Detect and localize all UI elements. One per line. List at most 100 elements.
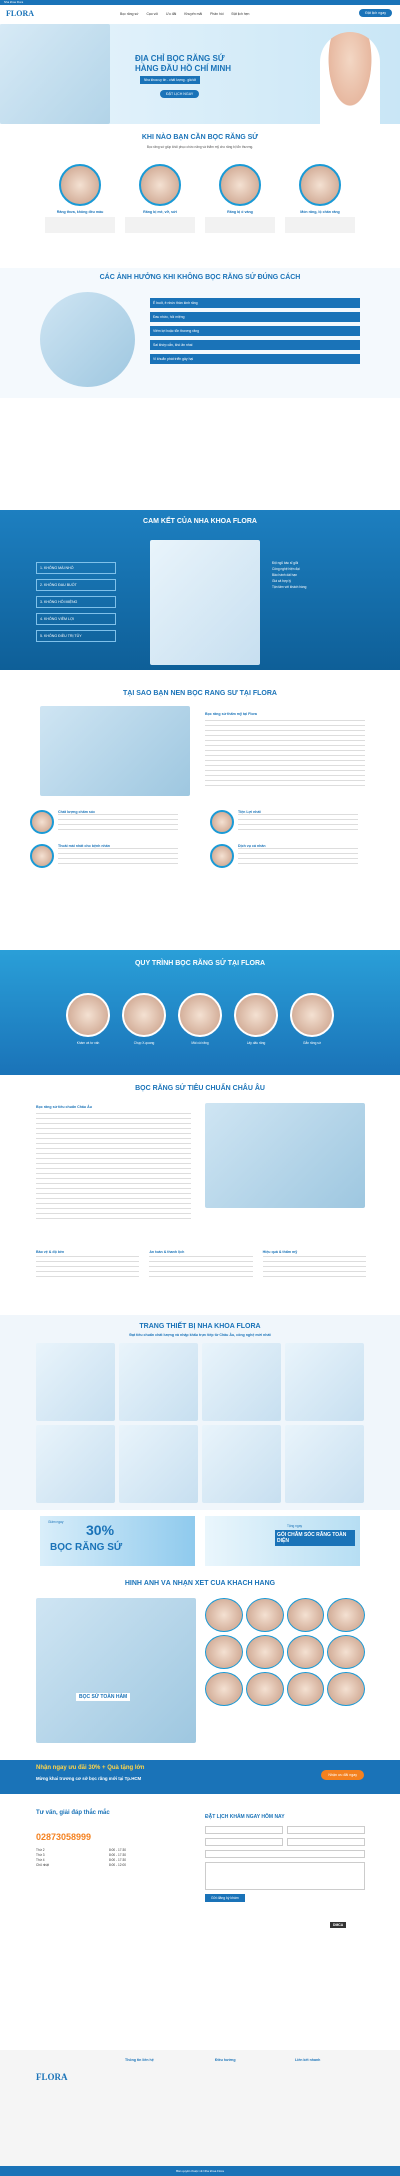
check-item: Tận tâm với khách hàng — [272, 585, 307, 589]
equip-photo — [285, 1425, 364, 1503]
logo[interactable]: FLORA — [6, 9, 34, 18]
euro-benefit-text — [36, 1256, 140, 1278]
who-card-text — [285, 216, 355, 233]
commit-checks: Đội ngũ bác sĩ giỏi Công nghệ hiện đại B… — [272, 560, 367, 590]
offer-band-subtitle: Mừng khai trương cơ sở bọc răng mới tại … — [36, 1776, 142, 1781]
note-textarea[interactable] — [205, 1862, 365, 1890]
hero-title-1: ĐỊA CHỈ BỌC RĂNG SỨ — [135, 54, 225, 63]
why-feature-image — [30, 844, 54, 868]
gallery-thumb[interactable] — [286, 1598, 325, 1632]
process-step-label: Chụp X-quang — [133, 1041, 155, 1045]
process-step-image — [66, 993, 110, 1037]
process-step: Gắn răng sứ — [290, 993, 334, 1045]
who-card: Răng thưa, không đều màu — [45, 163, 115, 233]
process-step-image — [122, 993, 166, 1037]
gallery-thumb[interactable] — [205, 1672, 243, 1706]
hours-time: 8:00 - 12:00 — [108, 1863, 126, 1867]
euro-image — [205, 1103, 365, 1208]
gallery-thumb[interactable] — [205, 1598, 243, 1632]
phone-field[interactable] — [287, 1826, 365, 1834]
equip-photo — [36, 1343, 115, 1421]
name-field[interactable] — [205, 1826, 283, 1834]
gallery-badge: BỌC SỨ TOÀN HÀM — [76, 1693, 131, 1701]
commit-item: 3. KHÔNG HÔI MIỆNG — [36, 596, 116, 608]
gallery-thumb[interactable] — [286, 1672, 325, 1706]
who-card: Mòn răng, lộ chân răng — [285, 163, 355, 233]
who-card: Răng bị mẻ, vỡ, sứt — [125, 163, 195, 233]
footer-logo[interactable]: FLORA — [36, 2072, 68, 2082]
who-card-title: Răng bị ố vàng — [227, 209, 253, 214]
hero-cta-button[interactable]: ĐẶT LỊCH NGAY — [160, 90, 200, 98]
gallery-thumb[interactable] — [286, 1635, 325, 1669]
submit-button[interactable]: Gửi đăng ký khám — [205, 1894, 245, 1902]
equip-photo — [202, 1425, 281, 1503]
gallery-thumb[interactable] — [327, 1598, 365, 1632]
email-field[interactable] — [205, 1838, 283, 1846]
who-card-text — [205, 216, 275, 233]
hours-row: Chủ nhật 8:00 - 12:00 — [36, 1863, 126, 1868]
gallery-thumb[interactable] — [327, 1635, 365, 1669]
who-card-image — [219, 163, 261, 206]
effects-woman-image — [40, 292, 135, 387]
why-feature-image — [210, 844, 234, 868]
nav-item[interactable]: Cạo vôi — [146, 12, 158, 16]
promo-right-label: Tặng ngay — [287, 1524, 303, 1528]
effect-item: Đau nhức, hôi miệng — [150, 312, 360, 322]
process-step-image — [234, 993, 278, 1037]
commit-item: 5. KHÔNG ĐIỀU TRỊ TỦY — [36, 630, 116, 642]
promo-left-title: BỌC RĂNG SỨ — [50, 1542, 123, 1553]
effects-section: CÁC ẢNH HƯỞNG KHI KHÔNG BỌC RĂNG SỨ ĐÚNG… — [0, 268, 400, 398]
date-field[interactable] — [287, 1838, 365, 1846]
main-nav: Bọc răng sứ Cạo vôi Ưu đãi Khuyến mãi Ph… — [120, 12, 249, 16]
contact-phone[interactable]: 02873058999 — [36, 1832, 91, 1842]
promo-percent: 30% — [86, 1522, 115, 1538]
nav-cta-button[interactable]: Đặt lịch ngay — [359, 9, 392, 17]
who-card: Răng bị ố vàng — [205, 163, 275, 233]
promo-right[interactable]: Tặng ngay GÓI CHĂM SÓC RĂNG TOÀN DIỆN — [205, 1516, 360, 1566]
who-card-image — [299, 163, 341, 206]
who-card-text — [125, 216, 195, 233]
effect-item: Vi khuẩn phát triển gây hại — [150, 354, 360, 364]
why-feature-text — [238, 814, 358, 834]
why-image — [40, 706, 190, 796]
service-select[interactable] — [205, 1850, 365, 1858]
why-head: Bọc răng sứ thẩm mỹ tại Flora — [205, 712, 257, 716]
nav-item[interactable]: Đặt lịch hẹn — [232, 12, 250, 16]
why-section: TẠI SAO BẠN NÊN BỌC RĂNG SỨ TẠI FLORA Bọ… — [0, 690, 400, 950]
who-card-image — [139, 163, 181, 206]
why-features: Chất lượng chăm sóc Tiện Lợi nhất Thoải … — [30, 810, 370, 868]
gallery-main-photo: BỌC SỨ TOÀN HÀM — [36, 1598, 196, 1743]
gallery-thumb[interactable] — [245, 1672, 284, 1706]
process-step: Mài cùi răng — [178, 993, 222, 1045]
booking-form: Gửi đăng ký khám — [205, 1826, 365, 1902]
copyright: Bản quyền thuộc về Nha khoa Flora — [0, 2166, 400, 2176]
effects-title: CÁC ẢNH HƯỞNG KHI KHÔNG BỌC RĂNG SỨ ĐÚNG… — [99, 274, 301, 281]
process-step-label: Khám và tư vấn — [76, 1041, 100, 1045]
opening-hours: Thứ 2 8:00 - 17:30 Thứ 3 8:00 - 17:30 Thứ … — [36, 1848, 126, 1868]
nav-item[interactable]: Bọc răng sứ — [120, 12, 138, 16]
dmca-badge[interactable]: DMCA — [330, 1922, 347, 1928]
promo-left-label: Giảm ngay — [48, 1520, 64, 1524]
who-card-title: Mòn răng, lộ chân răng — [300, 209, 340, 214]
equip-subtitle: Đạt tiêu chuẩn chất lượng và nhập khẩu t… — [129, 1333, 271, 1337]
gallery-thumb[interactable] — [327, 1672, 365, 1706]
euro-title: BỌC RĂNG SỨ TIÊU CHUẨN CHÂU ÂU — [135, 1085, 265, 1092]
hero: ĐỊA CHỈ BỌC RĂNG SỨ HÀNG ĐẦU HỒ CHÍ MINH… — [0, 24, 400, 124]
nav-item[interactable]: Ưu đãi — [166, 12, 176, 16]
offer-band-button[interactable]: Nhận ưu đãi ngay — [321, 1770, 364, 1780]
gallery-thumb[interactable] — [205, 1635, 243, 1669]
nav-item[interactable]: Phản hồi — [210, 12, 223, 16]
commit-list: 1. KHÔNG MÀI NHỎ 2. KHÔNG ĐAU BUỐT 3. KH… — [36, 562, 116, 647]
why-feature: Dịch vụ cá nhân — [210, 844, 370, 868]
gallery-thumb[interactable] — [245, 1635, 284, 1669]
promo-left[interactable]: Giảm ngay 30% BỌC RĂNG SỨ — [40, 1516, 195, 1566]
gallery-thumb[interactable] — [245, 1598, 284, 1632]
footer-col-title: Liên kết nhanh — [295, 2058, 321, 2062]
gallery-section: HÌNH ẢNH VÀ NHẬN XÉT CỦA KHÁCH HÀNG BỌC … — [0, 1580, 400, 1750]
euro-benefit-text — [262, 1256, 366, 1278]
why-feature: Thoải mái nhất cho bệnh nhân — [30, 844, 190, 868]
offer-band: Nhận ngay ưu đãi 30% + Quà tặng lớn Mừng… — [0, 1760, 400, 1794]
equip-gallery — [36, 1343, 364, 1503]
nav-item[interactable]: Khuyến mãi — [184, 12, 202, 16]
why-feature: Tiện Lợi nhất — [210, 810, 370, 834]
